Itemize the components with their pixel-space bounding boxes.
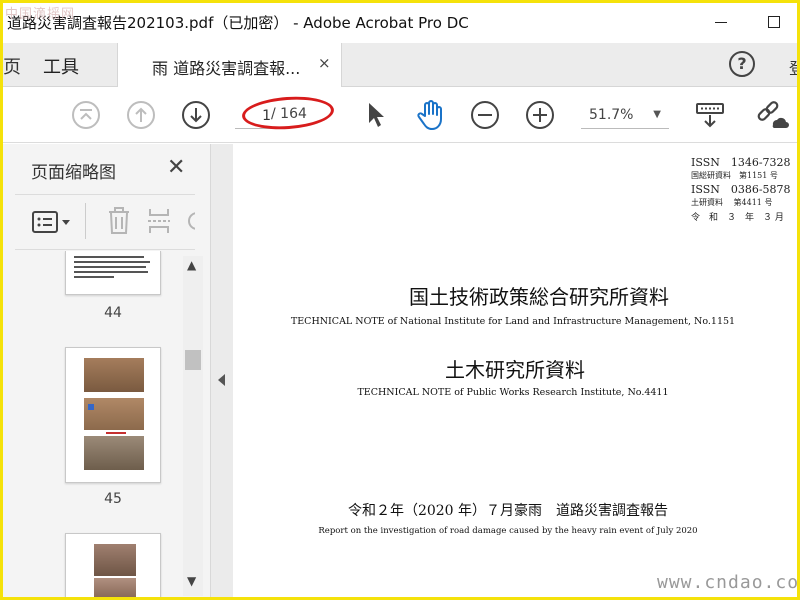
tab-tools[interactable]: 工具	[43, 53, 79, 79]
site-watermark-footer: www.cndao.com	[657, 572, 800, 593]
chevron-down-icon: ▼	[653, 109, 661, 120]
zoom-in-icon[interactable]	[525, 100, 555, 134]
page-thumbnail[interactable]	[65, 251, 161, 295]
title-bar: 道路災害調査報告202103.pdf（已加密） - Adobe Acrobat …	[3, 3, 797, 43]
photo-thumbnail	[84, 398, 144, 430]
minimize-button[interactable]	[715, 22, 727, 23]
help-icon[interactable]: ?	[729, 51, 755, 77]
first-page-icon[interactable]	[71, 100, 101, 134]
scroll-up-icon[interactable]: ▲	[187, 258, 196, 272]
window-title: 道路災害調査報告202103.pdf（已加密） - Adobe Acrobat …	[7, 14, 469, 32]
report-number-2: 土研資料 第4411 号	[691, 198, 773, 207]
thumbnail-page-number: 44	[104, 305, 122, 321]
zoom-level-value: 51.7%	[589, 107, 634, 123]
extract-pages-icon[interactable]	[147, 207, 171, 239]
report-number-1: 国総研資料 第1151 号	[691, 171, 778, 180]
app-window: 道路災害調査報告202103.pdf（已加密） - Adobe Acrobat …	[0, 0, 800, 600]
report-subtitle: Report on the investigation of road dama…	[318, 526, 698, 536]
scrollbar-thumb[interactable]	[185, 350, 201, 370]
subtitle-pwri: TECHNICAL NOTE of Public Works Research …	[357, 387, 669, 398]
subtitle-nilim: TECHNICAL NOTE of National Institute for…	[290, 316, 736, 327]
delete-page-icon[interactable]	[107, 207, 131, 239]
issn-number-2: ISSN 0386-5878	[691, 183, 791, 196]
thumbnail-scrollbar[interactable]: ▲ ▼	[183, 256, 203, 596]
maximize-button[interactable]	[768, 16, 780, 28]
red-highlight-annotation	[240, 93, 336, 133]
title-pwri: 土木研究所資料	[445, 358, 585, 382]
caption-line	[106, 432, 126, 434]
select-cursor-icon[interactable]	[366, 101, 386, 133]
next-page-icon[interactable]	[181, 100, 211, 134]
options-menu-icon[interactable]	[31, 209, 75, 239]
thumbnail-tools	[15, 194, 195, 250]
tab-bar: 页 工具 雨 道路災害調査報... × ? 登	[3, 43, 797, 87]
photo-thumbnail	[84, 436, 144, 470]
scroll-down-icon[interactable]: ▼	[187, 574, 196, 588]
close-tab-icon[interactable]: ×	[318, 54, 331, 72]
hand-tool-icon[interactable]	[416, 99, 446, 135]
document-view[interactable]: ISSN 1346-7328 国総研資料 第1151 号 ISSN 0386-5…	[233, 144, 800, 597]
issn-number-1: ISSN 1346-7328	[691, 156, 791, 169]
zoom-level-select[interactable]: 51.7% ▼	[581, 101, 669, 129]
document-tab-label: 雨 道路災害調査報...	[152, 59, 301, 78]
rotate-page-icon[interactable]	[187, 209, 195, 233]
thumbnail-list: 44 45	[3, 251, 203, 597]
page-thumbnail[interactable]	[65, 533, 161, 597]
tab-document[interactable]: 雨 道路災害調査報... ×	[117, 43, 342, 87]
photo-thumbnail	[94, 578, 136, 597]
map-marker	[88, 404, 94, 410]
scroll-mode-icon[interactable]	[695, 101, 725, 133]
thumbnail-page-number: 45	[104, 491, 122, 507]
toolbar-divider	[85, 203, 86, 239]
title-nilim: 国土技術政策総合研究所資料	[409, 285, 669, 309]
previous-page-icon[interactable]	[126, 100, 156, 134]
collapse-arrow-icon[interactable]	[218, 374, 225, 386]
report-title: 令和２年（2020 年）７月豪雨 道路災害調査報告	[347, 503, 669, 519]
page-thumbnail[interactable]	[65, 347, 161, 483]
main-toolbar: 1 / 164 51.7% ▼	[3, 87, 797, 143]
publication-date: 令 和 ３ 年 ３ 月	[691, 213, 784, 223]
panel-title: 页面缩略图	[31, 163, 116, 183]
share-link-icon[interactable]	[755, 99, 789, 135]
page-thumbnails-panel: 页面缩略图 ✕ 44 45 ▲ ▼	[3, 144, 211, 597]
close-panel-icon[interactable]: ✕	[167, 155, 185, 180]
photo-thumbnail	[94, 544, 136, 576]
site-watermark: 中国滴摇网	[5, 7, 76, 22]
photo-thumbnail	[84, 358, 144, 392]
sign-in-partial[interactable]: 登	[789, 55, 797, 79]
zoom-out-icon[interactable]	[470, 100, 500, 134]
tab-home-partial[interactable]: 页	[3, 53, 21, 79]
